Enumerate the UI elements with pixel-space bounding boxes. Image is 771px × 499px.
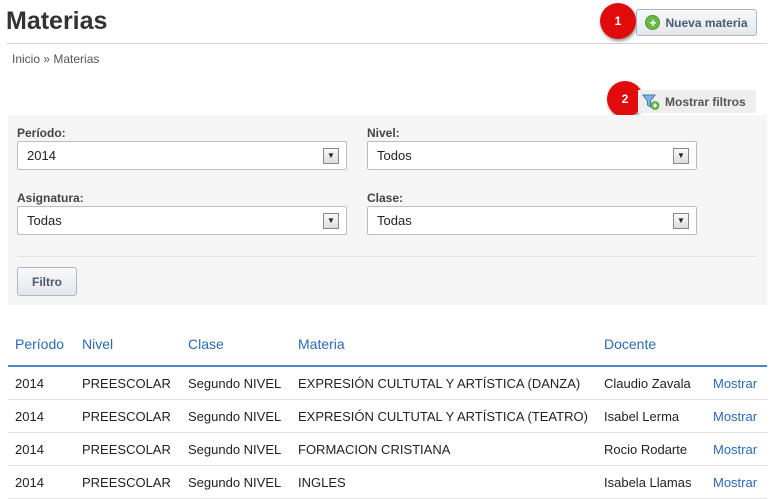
filter-submit-button[interactable]: Filtro <box>17 267 77 296</box>
cell-clase: Segundo NIVEL <box>181 399 291 433</box>
show-link[interactable]: Mostrar <box>706 432 767 466</box>
nivel-select[interactable]: Todos ▼ <box>367 141 697 170</box>
clase-label: Clase: <box>367 191 404 205</box>
show-link[interactable]: Mostrar <box>706 366 767 400</box>
cell-materia: FORMACION CRISTIANA <box>291 432 597 466</box>
chevron-down-icon: ▼ <box>673 212 689 229</box>
clase-select[interactable]: Todas ▼ <box>367 206 697 235</box>
asignatura-value: Todas <box>27 213 62 228</box>
chevron-down-icon: ▼ <box>673 147 689 164</box>
periodo-label: Período: <box>17 126 66 140</box>
show-filters-button[interactable]: Mostrar filtros <box>638 90 756 113</box>
cell-materia: INGLES <box>291 465 597 499</box>
cell-periodo: 2014 <box>8 366 75 400</box>
asignatura-label: Asignatura: <box>17 191 84 205</box>
asignatura-select[interactable]: Todas ▼ <box>17 206 347 235</box>
cell-periodo: 2014 <box>8 465 75 499</box>
cell-materia: EXPRESIÓN CULTUTAL Y ARTÍSTICA (TEATRO) <box>291 399 597 433</box>
new-materia-label: Nueva materia <box>665 15 748 30</box>
materias-table: Período Nivel Clase Materia Docente 2014… <box>8 333 767 499</box>
cell-clase: Segundo NIVEL <box>181 432 291 466</box>
cell-docente: Isabel Lerma <box>597 399 706 433</box>
filter-panel-divider <box>17 256 756 257</box>
column-header-periodo[interactable]: Período <box>8 333 75 367</box>
cell-nivel: PREESCOLAR <box>75 366 181 400</box>
nivel-label: Nivel: <box>367 126 400 140</box>
show-link[interactable]: Mostrar <box>706 465 767 499</box>
cell-docente: Claudio Zavala <box>597 366 706 400</box>
title-divider <box>6 43 767 44</box>
table-row: 2014 PREESCOLAR Segundo NIVEL EXPRESIÓN … <box>8 399 767 433</box>
clase-value: Todas <box>377 213 412 228</box>
column-header-nivel[interactable]: Nivel <box>75 333 181 367</box>
table-row: 2014 PREESCOLAR Segundo NIVEL EXPRESIÓN … <box>8 366 767 400</box>
cell-nivel: PREESCOLAR <box>75 399 181 433</box>
page-title: Materias <box>6 7 108 35</box>
cell-periodo: 2014 <box>8 399 75 433</box>
cell-periodo: 2014 <box>8 432 75 466</box>
chevron-down-icon: ▼ <box>323 147 339 164</box>
table-header-row: Período Nivel Clase Materia Docente <box>8 333 767 367</box>
show-filters-label: Mostrar filtros <box>665 94 746 109</box>
callout-marker-1: 1 <box>600 3 636 39</box>
breadcrumb: Inicio » Materias <box>12 52 100 66</box>
new-materia-button[interactable]: + Nueva materia <box>636 9 757 36</box>
table-row: 2014 PREESCOLAR Segundo NIVEL INGLES Isa… <box>8 465 767 499</box>
cell-materia: EXPRESIÓN CULTUTAL Y ARTÍSTICA (DANZA) <box>291 366 597 400</box>
plus-circle-icon: + <box>645 15 661 30</box>
cell-docente: Isabela Llamas <box>597 465 706 499</box>
column-header-clase[interactable]: Clase <box>181 333 291 367</box>
cell-docente: Rocio Rodarte <box>597 432 706 466</box>
nivel-value: Todos <box>377 148 412 163</box>
cell-clase: Segundo NIVEL <box>181 465 291 499</box>
cell-nivel: PREESCOLAR <box>75 465 181 499</box>
cell-clase: Segundo NIVEL <box>181 366 291 400</box>
funnel-icon <box>642 94 660 110</box>
column-header-docente[interactable]: Docente <box>597 333 706 367</box>
table-row: 2014 PREESCOLAR Segundo NIVEL FORMACION … <box>8 432 767 466</box>
periodo-value: 2014 <box>27 148 56 163</box>
column-header-actions <box>706 333 767 367</box>
cell-nivel: PREESCOLAR <box>75 432 181 466</box>
column-header-materia[interactable]: Materia <box>291 333 597 367</box>
show-link[interactable]: Mostrar <box>706 399 767 433</box>
chevron-down-icon: ▼ <box>323 212 339 229</box>
periodo-select[interactable]: 2014 ▼ <box>17 141 347 170</box>
